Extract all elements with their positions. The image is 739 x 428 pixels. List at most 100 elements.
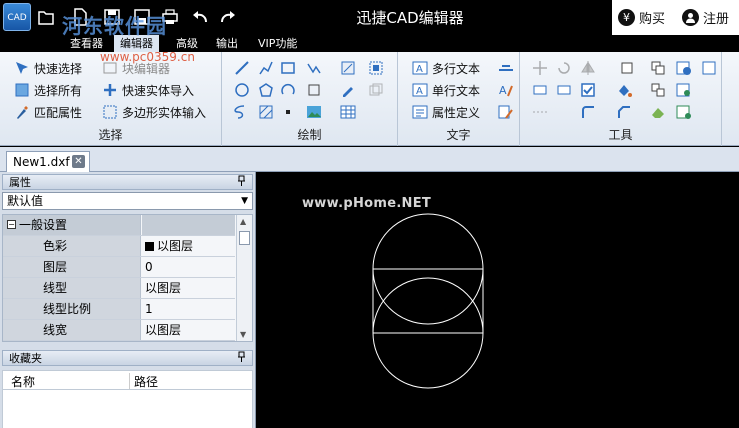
- measure-icon[interactable]: [532, 104, 548, 120]
- app-logo[interactable]: CAD: [3, 3, 31, 31]
- fillet-icon[interactable]: [580, 104, 596, 120]
- attribute-define-button[interactable]: 属性定义: [412, 102, 480, 122]
- point-icon[interactable]: [280, 104, 296, 120]
- close-icon[interactable]: ✕: [72, 155, 85, 168]
- distribute-icon[interactable]: [556, 82, 572, 98]
- property-value[interactable]: 以图层: [142, 236, 235, 256]
- property-row-color[interactable]: 色彩 以图层: [3, 236, 235, 257]
- mtext-button[interactable]: A 多行文本: [412, 58, 480, 78]
- trim-icon[interactable]: [306, 82, 322, 98]
- yen-icon: ¥: [618, 8, 635, 26]
- hatch-icon[interactable]: [340, 60, 356, 76]
- document-tab-label: New1.dxf: [13, 155, 70, 169]
- property-row-linetype-scale[interactable]: 线型比例 1: [3, 299, 235, 320]
- layer-icon[interactable]: [620, 60, 636, 76]
- tab-vip[interactable]: VIP功能: [252, 35, 303, 52]
- folder-open-icon[interactable]: [38, 8, 54, 26]
- polyline-icon[interactable]: [258, 60, 274, 76]
- column-path[interactable]: 路径: [129, 373, 158, 389]
- color-fill-icon[interactable]: [616, 82, 632, 98]
- scroll-thumb[interactable]: [239, 231, 250, 245]
- column-name[interactable]: 名称: [11, 373, 35, 390]
- brush-icon: [17, 106, 28, 119]
- spline-icon[interactable]: [306, 60, 322, 76]
- move-icon[interactable]: [532, 60, 548, 76]
- document-tab[interactable]: New1.dxf ✕: [6, 151, 90, 172]
- circle-icon[interactable]: [234, 82, 250, 98]
- property-value[interactable]: 以图层: [142, 278, 235, 298]
- copy-disabled-icon[interactable]: [368, 82, 384, 98]
- pin-icon[interactable]: [237, 351, 246, 367]
- favorites-title: 收藏夹: [9, 352, 42, 365]
- select-group: 快速选择 块编辑器 选择所有 快速实体导入 匹配属性 多边形实体输入 选择: [0, 52, 222, 146]
- match-properties-label: 匹配属性: [34, 105, 83, 120]
- single-text-button[interactable]: A 单行文本: [412, 80, 480, 100]
- layer-manager-icon[interactable]: [702, 60, 718, 76]
- register-button[interactable]: 注册: [682, 7, 729, 27]
- property-row-lineweight[interactable]: 线宽 以图层: [3, 320, 235, 341]
- cad-drawing[interactable]: [257, 172, 739, 428]
- table-icon[interactable]: [340, 104, 356, 120]
- quick-select-label: 快速选择: [34, 61, 83, 76]
- helix-icon[interactable]: [234, 104, 250, 120]
- property-row-layer[interactable]: 图层 0: [3, 257, 235, 278]
- property-value[interactable]: 以图层: [142, 320, 235, 340]
- scroll-down-icon[interactable]: ▼: [240, 330, 246, 339]
- select-all-label: 选择所有: [34, 83, 83, 98]
- explode-block-icon[interactable]: [676, 104, 692, 120]
- explode-icon[interactable]: [676, 82, 692, 98]
- align-icon[interactable]: [532, 82, 548, 98]
- buy-label: 购买: [639, 11, 666, 27]
- block-insert-icon[interactable]: [368, 60, 384, 76]
- select-all-icon: [15, 83, 29, 97]
- text-pen-icon[interactable]: [498, 104, 514, 120]
- layer-stack-icon[interactable]: [650, 60, 666, 76]
- favorites-header: 收藏夹: [2, 350, 253, 366]
- quick-entity-import-button[interactable]: 快速实体导入: [102, 80, 194, 100]
- property-name: 线宽: [3, 320, 141, 340]
- quick-select-button[interactable]: 快速选择: [14, 58, 82, 78]
- polygon-icon[interactable]: [258, 82, 274, 98]
- select-all-button[interactable]: 选择所有: [14, 80, 82, 100]
- image-insert-icon[interactable]: [306, 104, 322, 120]
- text-edit-icon[interactable]: A: [498, 82, 514, 98]
- match-properties-button[interactable]: 匹配属性: [14, 102, 82, 122]
- drawing-canvas[interactable]: www.pHome.NET: [257, 172, 739, 428]
- buy-button[interactable]: ¥ 购买: [618, 7, 665, 27]
- chamfer-icon[interactable]: [616, 104, 632, 120]
- tab-output[interactable]: 输出: [210, 35, 244, 52]
- scroll-up-icon[interactable]: ▲: [240, 217, 246, 226]
- pin-icon[interactable]: [237, 175, 246, 191]
- rotate-icon[interactable]: [556, 60, 572, 76]
- property-name: 图层: [3, 257, 141, 277]
- text-style-icon[interactable]: [498, 60, 514, 76]
- property-scrollbar[interactable]: ▲ ▼: [236, 215, 252, 341]
- group-icon[interactable]: [650, 82, 666, 98]
- tab-file[interactable]: [4, 35, 26, 52]
- property-group-general[interactable]: − 一般设置: [3, 215, 235, 236]
- tools-group: 工具: [520, 52, 722, 146]
- pencil-icon[interactable]: [340, 82, 356, 98]
- attribute-define-label: 属性定义: [432, 105, 481, 120]
- property-row-linetype[interactable]: 线型 以图层: [3, 278, 235, 299]
- polygon-entity-input-button[interactable]: 多边形实体输入: [102, 102, 206, 122]
- undo-icon[interactable]: [192, 8, 208, 26]
- arc-icon[interactable]: [280, 82, 296, 98]
- mtext-icon: A: [412, 61, 428, 75]
- mirror-icon[interactable]: [580, 60, 596, 76]
- property-value[interactable]: 0: [142, 257, 235, 277]
- redo-icon[interactable]: [220, 8, 236, 26]
- collapse-icon[interactable]: −: [7, 220, 16, 229]
- property-preset-select[interactable]: 默认值 ▼: [2, 192, 253, 210]
- property-preset-value: 默认值: [7, 194, 44, 208]
- draw-group: 绘制: [222, 52, 398, 146]
- layer-settings-icon[interactable]: [676, 60, 692, 76]
- property-value[interactable]: 1: [142, 299, 235, 319]
- line-icon[interactable]: [234, 60, 250, 76]
- checkbox-icon[interactable]: [580, 82, 596, 98]
- fill-hatch-icon[interactable]: [258, 104, 274, 120]
- property-name: 色彩: [3, 236, 141, 256]
- erase-icon[interactable]: [650, 104, 666, 120]
- rectangle-icon[interactable]: [280, 60, 296, 76]
- property-grid: − 一般设置 色彩 以图层 图层 0 线型 以图层 线型比例 1 线宽 以图层: [2, 214, 253, 342]
